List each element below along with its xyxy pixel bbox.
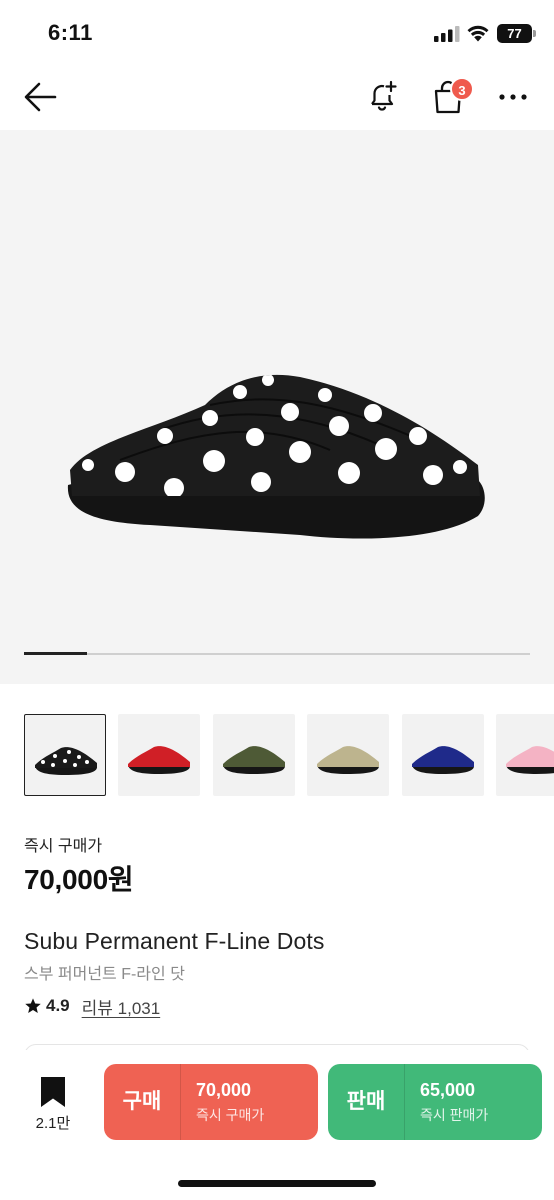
review-link[interactable]: 리뷰 1,031 — [82, 994, 161, 1019]
sell-button[interactable]: 판매 65,000 즉시 판매가 — [328, 1064, 542, 1140]
bookmark-button[interactable]: 2.1만 — [28, 1074, 78, 1138]
thumb-beige-image — [317, 746, 379, 774]
buy-button-label: 구매 — [122, 1090, 162, 1113]
thumb-dots-image — [35, 747, 97, 775]
rating-row: 4.9 리뷰 1,031 — [24, 994, 160, 1018]
cellular-signal-icon — [434, 26, 460, 42]
product-image-carousel[interactable] — [0, 130, 554, 684]
thumb-navy-image — [412, 746, 474, 774]
thumb-dots[interactable] — [24, 714, 106, 796]
notification-add-icon[interactable] — [364, 78, 400, 114]
product-name-korean: 스부 퍼머넌트 F-라인 닷 — [24, 966, 185, 983]
home-indicator — [178, 1180, 376, 1187]
rating-value: 4.9 — [46, 996, 70, 1015]
sell-button-subtitle: 즉시 판매가 — [420, 1107, 489, 1123]
battery-indicator: 77 — [497, 24, 532, 43]
star-icon — [25, 998, 41, 1013]
thumb-red[interactable] — [118, 714, 200, 796]
status-bar: 6:11 77 — [0, 0, 554, 64]
product-name: Subu Permanent F-Line Dots — [24, 928, 325, 954]
bottom-action-bar: 2.1만 구매 70,000 즉시 구매가 판매 65,000 즉시 판매가 — [0, 1050, 554, 1200]
bookmark-count: 2.1만 — [35, 1115, 71, 1132]
thumb-beige[interactable] — [307, 714, 389, 796]
thumb-camo-image — [223, 746, 285, 774]
image-carousel-progress-fill — [24, 652, 88, 655]
top-nav-bar: 3 — [0, 64, 554, 130]
status-time: 6:11 — [48, 20, 93, 45]
product-image — [67, 374, 485, 539]
thumb-red-image — [128, 746, 190, 774]
cart-count-badge: 3 — [450, 77, 474, 101]
thumb-navy[interactable] — [402, 714, 484, 796]
thumb-camo[interactable] — [213, 714, 295, 796]
price-label: 즉시 구매가 — [24, 838, 103, 855]
sell-button-label: 판매 — [346, 1090, 386, 1113]
buy-button[interactable]: 구매 70,000 즉시 구매가 — [104, 1064, 318, 1140]
buy-button-divider — [180, 1064, 181, 1140]
wifi-icon — [467, 25, 489, 42]
more-options-icon[interactable] — [496, 80, 530, 114]
buy-button-subtitle: 즉시 구매가 — [196, 1107, 265, 1123]
back-arrow-icon[interactable] — [22, 79, 60, 115]
thumb-pink[interactable] — [496, 714, 554, 796]
color-variant-thumbnails — [0, 714, 554, 798]
bookmark-icon — [41, 1077, 65, 1107]
sell-button-divider — [404, 1064, 405, 1140]
battery-tip — [533, 30, 536, 37]
price-value: 70,000원 — [24, 864, 134, 895]
thumb-pink-image — [506, 746, 554, 774]
sell-button-price: 65,000 — [420, 1080, 476, 1100]
buy-button-price: 70,000 — [196, 1080, 252, 1100]
image-carousel-progress — [24, 652, 530, 655]
